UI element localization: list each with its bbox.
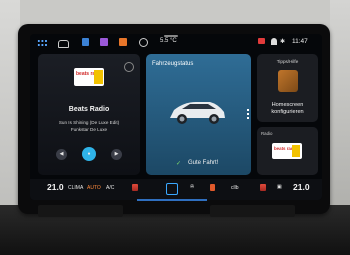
phone-icon[interactable]	[210, 184, 215, 191]
logo-mark-small	[292, 145, 300, 157]
next-button[interactable]: ▶	[111, 149, 122, 160]
media-icon[interactable]	[100, 38, 108, 46]
tips-tile[interactable]: Tipps/Hilfe Homescreen konfigurieren	[257, 54, 318, 122]
auto-button[interactable]: AUTO	[87, 185, 101, 191]
tips-label-line1: Homescreen	[271, 102, 304, 108]
bluetooth-icon: ✱	[280, 39, 286, 45]
driver-temperature[interactable]: 21.0	[47, 182, 64, 192]
apps-grid-icon[interactable]	[37, 39, 48, 47]
ambient-light-strip	[137, 199, 207, 201]
vehicle-status-title: Fahrzeugstatus	[152, 61, 194, 67]
fan-icon[interactable]: ✇	[190, 184, 194, 190]
air-vent-right	[210, 205, 295, 217]
song-title: Sun Is Shining (De Luxe Edit)	[58, 120, 120, 125]
previous-button[interactable]: ◀	[56, 149, 67, 160]
home-app-icon[interactable]	[119, 38, 127, 46]
logo-mark	[94, 70, 103, 84]
more-icon[interactable]	[247, 109, 249, 119]
air-vent-left	[38, 205, 123, 217]
radio-mini-tile[interactable]: Radio beats radio	[257, 127, 318, 175]
play-button[interactable]: ●	[82, 147, 96, 161]
tips-label-line2: konfigurieren	[271, 109, 304, 115]
source-switch-icon[interactable]	[124, 62, 134, 72]
song-artist: Funkstar De Luxe	[70, 127, 108, 132]
infotainment-screen: 5.5 °C ✱ 11:47 beats radio Beats Radio S…	[30, 34, 322, 200]
station-name: Beats Radio	[68, 106, 110, 113]
check-icon: ✓	[176, 161, 182, 167]
message-icon[interactable]	[258, 38, 265, 44]
passenger-temperature[interactable]: 21.0	[293, 182, 310, 192]
radio-tile[interactable]: beats radio Beats Radio Sun Is Shining (…	[38, 54, 140, 175]
target-icon[interactable]	[139, 38, 148, 47]
radio-mini-title: Radio	[261, 131, 273, 136]
outside-temperature: 5.5 °C	[160, 38, 177, 44]
beats-radio-logo: beats radio	[74, 68, 104, 86]
clock: 11:47	[292, 38, 308, 45]
car-icon[interactable]	[58, 40, 69, 48]
seat-icon[interactable]: ▣	[277, 184, 282, 190]
home-button[interactable]	[166, 183, 178, 195]
climate-button[interactable]: CLIMA	[68, 185, 83, 191]
seat-heat-left-icon[interactable]	[132, 184, 138, 191]
touch-hand-icon	[278, 70, 298, 92]
vehicle-status-tile[interactable]: Fahrzeugstatus ✓ Gute Fahrt!	[146, 54, 251, 175]
car-image	[170, 102, 225, 124]
ac-button[interactable]: A/C	[106, 185, 114, 191]
beats-radio-logo-small: beats radio	[272, 143, 302, 159]
seat-heat-right-icon[interactable]	[260, 184, 266, 191]
profile-icon[interactable]	[271, 38, 277, 45]
tips-title: Tipps/Hilfe	[276, 59, 299, 64]
pull-down-handle[interactable]	[164, 35, 178, 37]
vehicle-status-text: Gute Fahrt!	[188, 160, 219, 166]
navigation-icon[interactable]	[82, 38, 89, 46]
defrost-button[interactable]: cllb	[231, 185, 239, 191]
climate-bar: 21.0 CLIMA AUTO A/C ✇ cllb ▣ 21.0	[30, 179, 322, 200]
